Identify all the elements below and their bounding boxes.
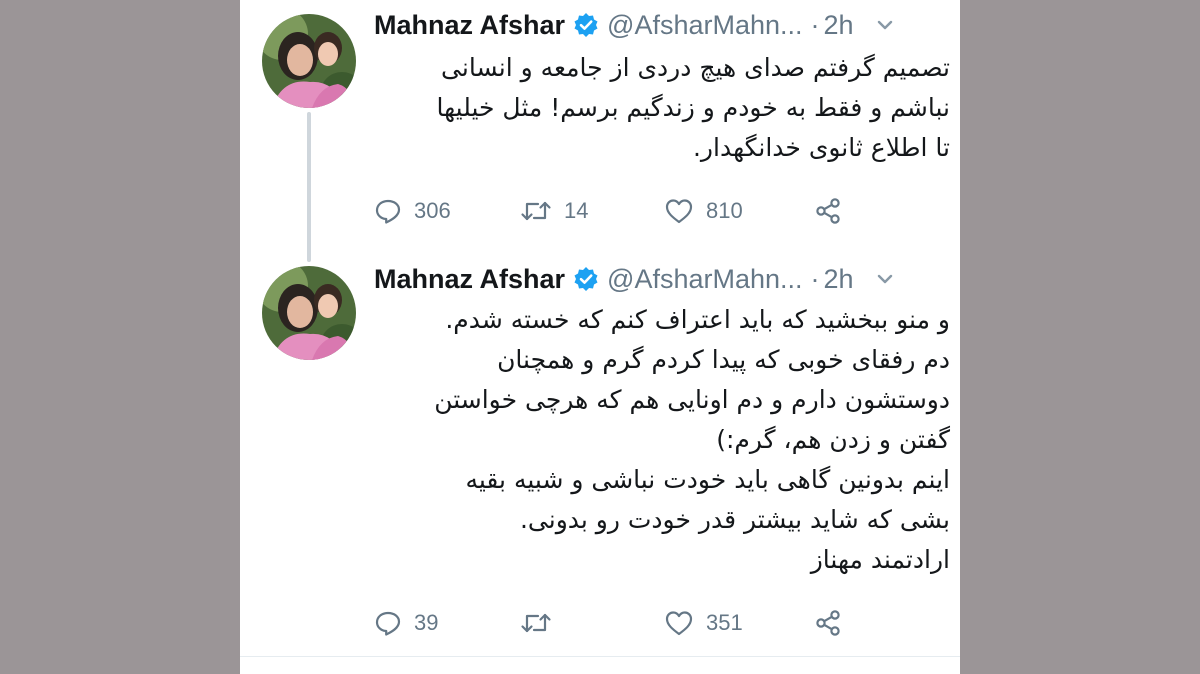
- tweet-text-line: اینم بدونین گاهی باید خودت نباشی و شبیه …: [465, 465, 950, 494]
- reply-count: 306: [414, 198, 451, 223]
- chevron-down-icon[interactable]: [874, 14, 896, 36]
- tweet-text-line: بشی که شاید بیشتر قدر خودت رو بدونی.: [519, 505, 950, 534]
- tweet-text-line: ارادتمند مهناز: [810, 545, 950, 574]
- tweet-text-line: دم رفقای خوبی که پیدا کردم گرم و همچنان: [497, 345, 950, 374]
- tweet-actions: 39 351: [374, 606, 894, 640]
- share-button[interactable]: [814, 606, 854, 640]
- verified-badge-icon: [573, 266, 599, 292]
- tweet-thread-card: Mahnaz Afshar @AfsharMahn... · 2h تصمیم …: [240, 0, 960, 674]
- thread-connector-line: [307, 112, 311, 262]
- retweet-button[interactable]: [520, 606, 564, 640]
- header-separator: ·: [810, 263, 820, 294]
- like-button[interactable]: 810: [664, 194, 743, 228]
- tweet-text-line: تا اطلاع ثانوی خدانگهدار.: [692, 133, 950, 162]
- share-button[interactable]: [814, 194, 854, 228]
- author-name[interactable]: Mahnaz Afshar: [374, 264, 565, 295]
- reply-button[interactable]: 306: [374, 194, 451, 228]
- reply-icon: [375, 199, 401, 224]
- tweet-timestamp[interactable]: 2h: [824, 10, 854, 41]
- avatar-photo: [262, 14, 356, 108]
- tweet-text-line: گفتن و زدن هم، گرم:): [716, 425, 950, 454]
- like-icon: [665, 199, 693, 224]
- retweet-icon: [521, 201, 551, 221]
- like-count: 810: [706, 198, 743, 223]
- like-count: 351: [706, 610, 743, 635]
- avatar[interactable]: [262, 266, 356, 360]
- avatar[interactable]: [262, 14, 356, 108]
- retweet-count: 14: [564, 198, 589, 223]
- retweet-icon: [521, 613, 551, 633]
- tweet-header: Mahnaz Afshar @AfsharMahn... · 2h: [374, 262, 896, 296]
- like-icon: [665, 611, 693, 636]
- chevron-down-icon[interactable]: [874, 268, 896, 290]
- tweet-text: تصمیم گرفتم صدای هیچ دردی از جامعه و انس…: [374, 48, 950, 168]
- retweet-button[interactable]: 14: [520, 194, 588, 228]
- like-button[interactable]: 351: [664, 606, 743, 640]
- verified-badge-icon: [573, 12, 599, 38]
- share-icon: [816, 610, 840, 636]
- tweet-header: Mahnaz Afshar @AfsharMahn... · 2h: [374, 8, 896, 42]
- reply-icon: [375, 611, 401, 636]
- header-separator: ·: [810, 9, 820, 40]
- tweet-timestamp[interactable]: 2h: [824, 264, 854, 295]
- divider: [240, 656, 960, 657]
- tweet-text-line: تصمیم گرفتم صدای هیچ دردی از جامعه و انس…: [441, 53, 950, 82]
- reply-count: 39: [414, 610, 439, 635]
- tweet-text: و منو ببخشید که باید اعتراف کنم که خسته …: [374, 300, 950, 580]
- author-handle[interactable]: @AfsharMahn...: [607, 10, 803, 41]
- tweet-text-line: نباشم و فقط به خودم و زندگیم برسم! مثل خ…: [436, 93, 950, 122]
- tweet-text-line: دوستشون دارم و دم اونایی هم که هرچی خواس…: [434, 385, 950, 414]
- share-icon: [816, 198, 840, 224]
- author-name[interactable]: Mahnaz Afshar: [374, 10, 565, 41]
- avatar-photo: [262, 266, 356, 360]
- author-handle[interactable]: @AfsharMahn...: [607, 264, 803, 295]
- tweet-actions: 306 14 810: [374, 194, 894, 228]
- tweet-text-line: و منو ببخشید که باید اعتراف کنم که خسته …: [445, 305, 950, 334]
- reply-button[interactable]: 39: [374, 606, 438, 640]
